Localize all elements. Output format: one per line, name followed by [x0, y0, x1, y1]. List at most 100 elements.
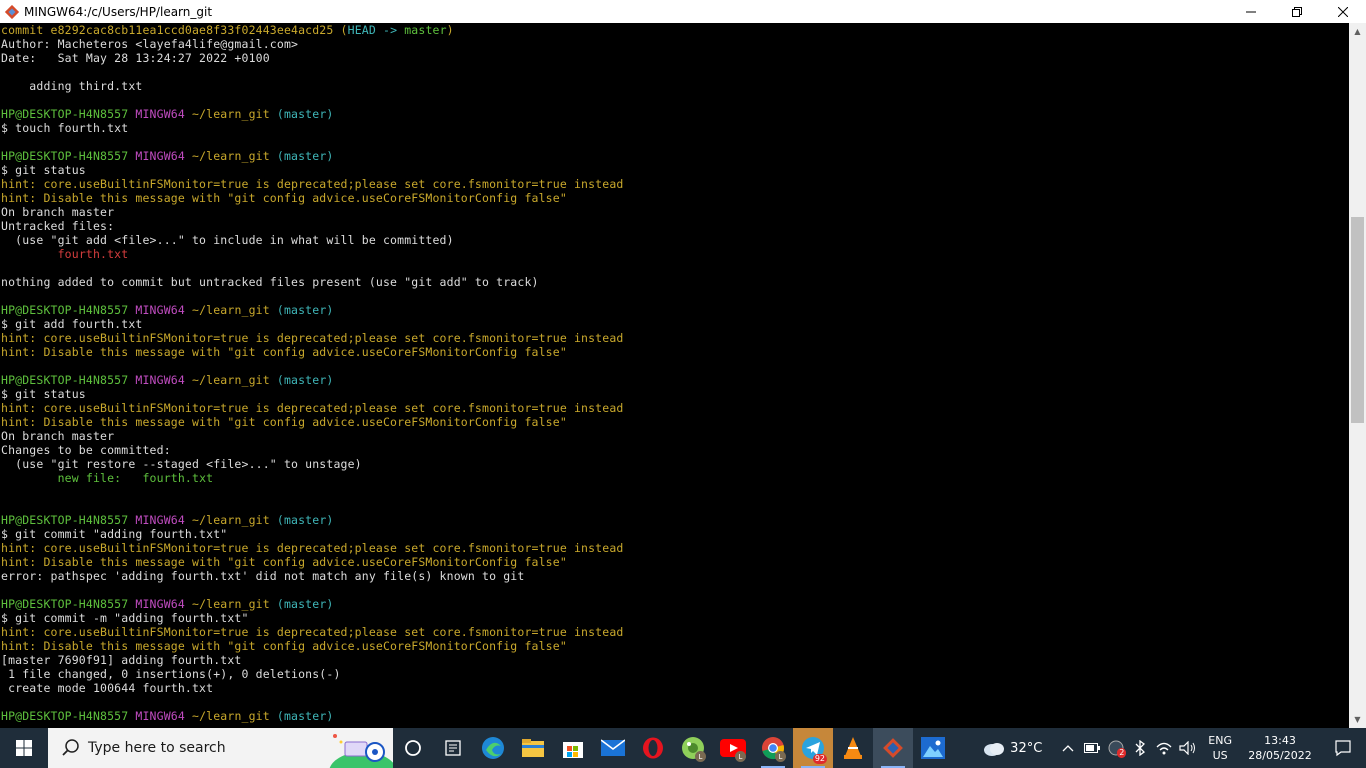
widgets-icon	[445, 740, 461, 756]
terminal-text: (	[340, 23, 348, 37]
chevron-up-icon	[1062, 745, 1074, 752]
terminal-line: nothing added to commit but untracked fi…	[1, 275, 1349, 289]
wifi-icon	[1156, 742, 1172, 755]
terminal-text: [master 7690f91] adding fourth.txt	[1, 653, 242, 667]
git-bash-icon	[883, 738, 903, 758]
terminal-output[interactable]: commit e8292cac8cb11ea1ccd0ae8f33f02443e…	[0, 23, 1349, 728]
battery-button[interactable]	[1080, 728, 1104, 768]
show-hidden-icons-button[interactable]	[1056, 728, 1080, 768]
clock-date: 28/05/2022	[1248, 749, 1312, 762]
git-bash-button[interactable]	[873, 728, 913, 768]
terminal-text: HP@DESKTOP-H4N8557	[1, 373, 136, 387]
vertical-scrollbar[interactable]: ▲ ▼	[1349, 23, 1366, 728]
terminal-text: commit e8292cac8cb11ea1ccd0ae8f33f02443e…	[1, 23, 341, 37]
terminal-line: hint: Disable this message with "git con…	[1, 555, 1349, 569]
terminal-text: HP@DESKTOP-H4N8557	[1, 303, 136, 317]
terminal-text: nothing added to commit but untracked fi…	[1, 275, 539, 289]
profile-badge: L	[695, 751, 706, 762]
terminal-text: $ git status	[1, 163, 86, 177]
profile-badge: L	[735, 751, 746, 762]
search-box[interactable]: Type here to search	[48, 728, 393, 768]
scroll-up-arrow-icon[interactable]: ▲	[1349, 23, 1366, 40]
title-bar: MINGW64:/c/Users/HP/learn_git	[0, 0, 1366, 23]
terminal-text: fourth.txt	[57, 247, 129, 261]
terminal-text: error: pathspec 'adding fourth.txt' did …	[1, 569, 525, 583]
terminal-text: (master)	[276, 709, 334, 723]
notification-icon	[1335, 740, 1351, 757]
terminal-line: Author: Macheteros <layefa4life@gmail.co…	[1, 37, 1349, 51]
network-button[interactable]	[1152, 728, 1176, 768]
volume-button[interactable]	[1176, 728, 1200, 768]
scroll-thumb[interactable]	[1351, 217, 1364, 423]
edge-button[interactable]	[473, 728, 513, 768]
terminal-text: Untracked files:	[1, 219, 115, 233]
terminal-text: On branch master	[1, 205, 115, 219]
widgets-button[interactable]	[433, 728, 473, 768]
terminal-text: hint: core.useBuiltinFSMonitor=true is d…	[1, 331, 624, 345]
store-button[interactable]	[553, 728, 593, 768]
terminal-text: MINGW64	[135, 149, 192, 163]
terminal-text: $ git commit -m "adding fourth.txt"	[1, 611, 249, 625]
chrome-button[interactable]: L	[753, 728, 793, 768]
terminal-text: HEAD ->	[347, 23, 405, 37]
chrome-profile-button[interactable]: L	[673, 728, 713, 768]
terminal-text: new file: fourth.txt	[57, 471, 214, 485]
terminal-line: $ git commit -m "adding fourth.txt"	[1, 611, 1349, 625]
opera-button[interactable]	[633, 728, 673, 768]
tray-app-button[interactable]: 2	[1104, 728, 1128, 768]
start-button[interactable]	[0, 728, 48, 768]
terminal-text: MINGW64	[135, 373, 192, 387]
terminal-line: HP@DESKTOP-H4N8557 MINGW64 ~/learn_git (…	[1, 149, 1349, 163]
terminal-text: hint: core.useBuiltinFSMonitor=true is d…	[1, 177, 624, 191]
terminal-text: ~/learn_git	[192, 597, 277, 611]
terminal-text: MINGW64	[135, 597, 192, 611]
git-bash-app-icon[interactable]	[4, 4, 20, 20]
terminal-line: $ git status	[1, 387, 1349, 401]
terminal-text: HP@DESKTOP-H4N8557	[1, 597, 136, 611]
close-button[interactable]	[1320, 0, 1366, 23]
clock[interactable]: 13:43 28/05/2022	[1240, 733, 1320, 763]
terminal-text: (master)	[276, 373, 334, 387]
vlc-button[interactable]	[833, 728, 873, 768]
search-highlight-icon	[329, 734, 393, 768]
telegram-button[interactable]: 92	[793, 728, 833, 768]
terminal-text: adding third.txt	[1, 79, 143, 93]
vlc-icon	[844, 737, 862, 759]
bluetooth-button[interactable]	[1128, 728, 1152, 768]
terminal-line: HP@DESKTOP-H4N8557 MINGW64 ~/learn_git (…	[1, 373, 1349, 387]
minimize-button[interactable]	[1228, 0, 1274, 23]
terminal-text: HP@DESKTOP-H4N8557	[1, 107, 136, 121]
restore-button[interactable]	[1274, 0, 1320, 23]
terminal-text: Changes to be committed:	[1, 443, 171, 457]
scroll-down-arrow-icon[interactable]: ▼	[1349, 711, 1366, 728]
terminal-text: HP@DESKTOP-H4N8557	[1, 709, 136, 723]
weather-cloud-icon[interactable]	[982, 739, 1006, 757]
terminal-line: hint: core.useBuiltinFSMonitor=true is d…	[1, 541, 1349, 555]
notification-center-button[interactable]	[1320, 728, 1366, 768]
input-language-indicator[interactable]: ENG US	[1208, 733, 1232, 763]
terminal-text: $ touch fourth.txt	[1, 121, 129, 135]
terminal-line: hint: Disable this message with "git con…	[1, 191, 1349, 205]
terminal-line: Untracked files:	[1, 219, 1349, 233]
file-explorer-button[interactable]	[513, 728, 553, 768]
terminal-line: hint: Disable this message with "git con…	[1, 345, 1349, 359]
terminal-text: hint: core.useBuiltinFSMonitor=true is d…	[1, 401, 624, 415]
weather-temperature[interactable]: 32°C	[1010, 741, 1042, 756]
terminal-line: HP@DESKTOP-H4N8557 MINGW64 ~/learn_git (…	[1, 597, 1349, 611]
windows-logo-icon	[16, 740, 32, 756]
mail-icon	[601, 739, 625, 756]
terminal-line: HP@DESKTOP-H4N8557 MINGW64 ~/learn_git (…	[1, 107, 1349, 121]
terminal-line: hint: core.useBuiltinFSMonitor=true is d…	[1, 625, 1349, 639]
mail-button[interactable]	[593, 728, 633, 768]
terminal-text: On branch master	[1, 429, 115, 443]
youtube-button[interactable]: L	[713, 728, 753, 768]
photos-button[interactable]	[913, 728, 953, 768]
terminal-text: (master)	[276, 513, 334, 527]
task-view-button[interactable]	[393, 728, 433, 768]
notification-count: 92	[812, 754, 827, 764]
